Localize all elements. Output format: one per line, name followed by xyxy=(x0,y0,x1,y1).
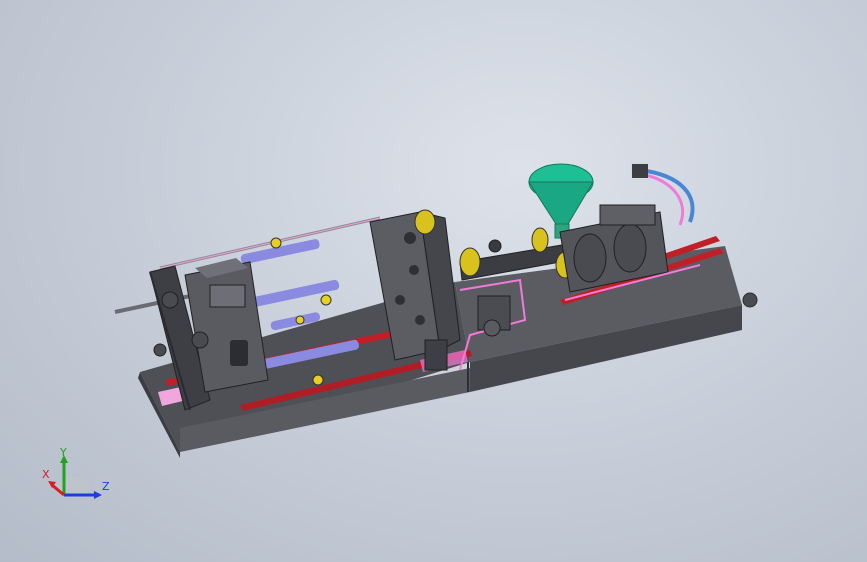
x-axis-label: X xyxy=(42,468,50,481)
z-axis-label: Z xyxy=(102,480,110,493)
injection-molding-machine-model[interactable] xyxy=(0,0,867,562)
y-axis-label: Y xyxy=(59,446,67,459)
coordinate-triad: X Y Z xyxy=(42,446,110,499)
graphics-viewport[interactable]: X Y Z xyxy=(0,0,867,562)
